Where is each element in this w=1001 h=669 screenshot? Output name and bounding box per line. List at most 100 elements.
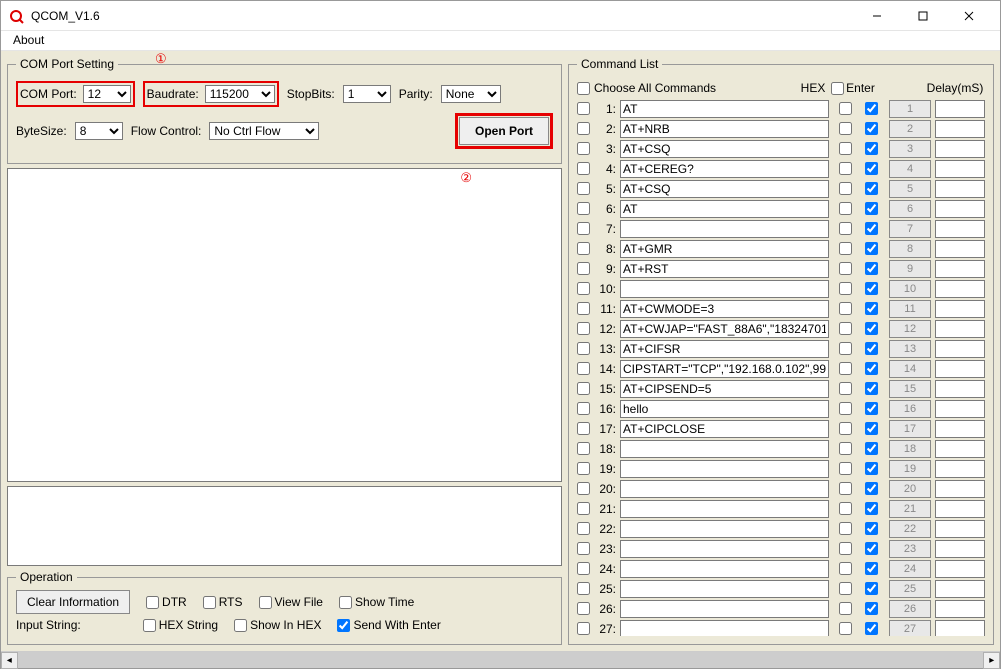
row-hex-checkbox[interactable] bbox=[839, 122, 852, 135]
command-input[interactable] bbox=[620, 260, 829, 278]
row-hex-checkbox[interactable] bbox=[839, 482, 852, 495]
command-input[interactable] bbox=[620, 520, 829, 538]
row-hex-checkbox[interactable] bbox=[839, 622, 852, 635]
scroll-left-arrow-icon[interactable]: ◂ bbox=[1, 652, 18, 669]
command-input[interactable] bbox=[620, 340, 829, 358]
row-send-button[interactable]: 6 bbox=[889, 200, 931, 218]
row-select-checkbox[interactable] bbox=[577, 142, 590, 155]
row-hex-checkbox[interactable] bbox=[839, 502, 852, 515]
row-hex-checkbox[interactable] bbox=[839, 222, 852, 235]
row-send-button[interactable]: 9 bbox=[889, 260, 931, 278]
command-input[interactable] bbox=[620, 320, 829, 338]
command-input[interactable] bbox=[620, 300, 829, 318]
row-delay-input[interactable] bbox=[935, 520, 985, 538]
row-delay-input[interactable] bbox=[935, 180, 985, 198]
stopbits-select[interactable]: 1 bbox=[343, 85, 391, 103]
command-input[interactable] bbox=[620, 620, 829, 637]
clear-information-button[interactable]: Clear Information bbox=[16, 590, 130, 614]
row-select-checkbox[interactable] bbox=[577, 402, 590, 415]
row-delay-input[interactable] bbox=[935, 600, 985, 618]
row-send-button[interactable]: 10 bbox=[889, 280, 931, 298]
command-input[interactable] bbox=[620, 280, 829, 298]
row-delay-input[interactable] bbox=[935, 120, 985, 138]
row-enter-checkbox[interactable] bbox=[865, 422, 878, 435]
row-send-button[interactable]: 21 bbox=[889, 500, 931, 518]
row-hex-checkbox[interactable] bbox=[839, 362, 852, 375]
bytesize-select[interactable]: 8 bbox=[75, 122, 123, 140]
row-hex-checkbox[interactable] bbox=[839, 402, 852, 415]
row-select-checkbox[interactable] bbox=[577, 182, 590, 195]
row-delay-input[interactable] bbox=[935, 240, 985, 258]
row-enter-checkbox[interactable] bbox=[865, 282, 878, 295]
row-delay-input[interactable] bbox=[935, 100, 985, 118]
row-send-button[interactable]: 20 bbox=[889, 480, 931, 498]
row-delay-input[interactable] bbox=[935, 400, 985, 418]
row-hex-checkbox[interactable] bbox=[839, 162, 852, 175]
row-select-checkbox[interactable] bbox=[577, 122, 590, 135]
row-send-button[interactable]: 2 bbox=[889, 120, 931, 138]
command-input[interactable] bbox=[620, 180, 829, 198]
row-select-checkbox[interactable] bbox=[577, 502, 590, 515]
row-enter-checkbox[interactable] bbox=[865, 542, 878, 555]
row-delay-input[interactable] bbox=[935, 220, 985, 238]
row-delay-input[interactable] bbox=[935, 540, 985, 558]
row-send-button[interactable]: 1 bbox=[889, 100, 931, 118]
row-select-checkbox[interactable] bbox=[577, 262, 590, 275]
row-send-button[interactable]: 22 bbox=[889, 520, 931, 538]
row-enter-checkbox[interactable] bbox=[865, 222, 878, 235]
row-hex-checkbox[interactable] bbox=[839, 382, 852, 395]
row-select-checkbox[interactable] bbox=[577, 342, 590, 355]
parity-select[interactable]: None bbox=[441, 85, 501, 103]
minimize-button[interactable] bbox=[854, 2, 900, 30]
row-enter-checkbox[interactable] bbox=[865, 302, 878, 315]
row-select-checkbox[interactable] bbox=[577, 102, 590, 115]
row-delay-input[interactable] bbox=[935, 160, 985, 178]
row-select-checkbox[interactable] bbox=[577, 482, 590, 495]
row-hex-checkbox[interactable] bbox=[839, 342, 852, 355]
row-delay-input[interactable] bbox=[935, 480, 985, 498]
row-hex-checkbox[interactable] bbox=[839, 562, 852, 575]
row-hex-checkbox[interactable] bbox=[839, 542, 852, 555]
row-enter-checkbox[interactable] bbox=[865, 382, 878, 395]
horizontal-scrollbar[interactable]: ◂ ▸ bbox=[1, 651, 1000, 668]
showtime-checkbox[interactable] bbox=[339, 596, 352, 609]
row-hex-checkbox[interactable] bbox=[839, 462, 852, 475]
row-delay-input[interactable] bbox=[935, 320, 985, 338]
row-delay-input[interactable] bbox=[935, 280, 985, 298]
row-enter-checkbox[interactable] bbox=[865, 482, 878, 495]
row-hex-checkbox[interactable] bbox=[839, 322, 852, 335]
row-send-button[interactable]: 5 bbox=[889, 180, 931, 198]
row-enter-checkbox[interactable] bbox=[865, 582, 878, 595]
choose-all-checkbox[interactable] bbox=[577, 82, 590, 95]
row-select-checkbox[interactable] bbox=[577, 242, 590, 255]
row-hex-checkbox[interactable] bbox=[839, 182, 852, 195]
command-input[interactable] bbox=[620, 540, 829, 558]
command-input[interactable] bbox=[620, 560, 829, 578]
row-enter-checkbox[interactable] bbox=[865, 102, 878, 115]
row-delay-input[interactable] bbox=[935, 620, 985, 637]
maximize-button[interactable] bbox=[900, 2, 946, 30]
row-hex-checkbox[interactable] bbox=[839, 202, 852, 215]
row-send-button[interactable]: 25 bbox=[889, 580, 931, 598]
row-hex-checkbox[interactable] bbox=[839, 602, 852, 615]
command-input[interactable] bbox=[620, 100, 829, 118]
row-enter-checkbox[interactable] bbox=[865, 622, 878, 635]
command-input[interactable] bbox=[620, 200, 829, 218]
rts-checkbox[interactable] bbox=[203, 596, 216, 609]
row-enter-checkbox[interactable] bbox=[865, 562, 878, 575]
open-port-button[interactable]: Open Port bbox=[459, 117, 549, 145]
command-input[interactable] bbox=[620, 440, 829, 458]
row-select-checkbox[interactable] bbox=[577, 422, 590, 435]
row-enter-checkbox[interactable] bbox=[865, 122, 878, 135]
flowcontrol-select[interactable]: No Ctrl Flow bbox=[209, 122, 319, 140]
row-delay-input[interactable] bbox=[935, 300, 985, 318]
row-delay-input[interactable] bbox=[935, 360, 985, 378]
row-hex-checkbox[interactable] bbox=[839, 282, 852, 295]
row-select-checkbox[interactable] bbox=[577, 522, 590, 535]
row-select-checkbox[interactable] bbox=[577, 622, 590, 635]
row-enter-checkbox[interactable] bbox=[865, 502, 878, 515]
menu-about[interactable]: About bbox=[9, 31, 48, 49]
row-delay-input[interactable] bbox=[935, 420, 985, 438]
command-input[interactable] bbox=[620, 140, 829, 158]
dtr-checkbox[interactable] bbox=[146, 596, 159, 609]
